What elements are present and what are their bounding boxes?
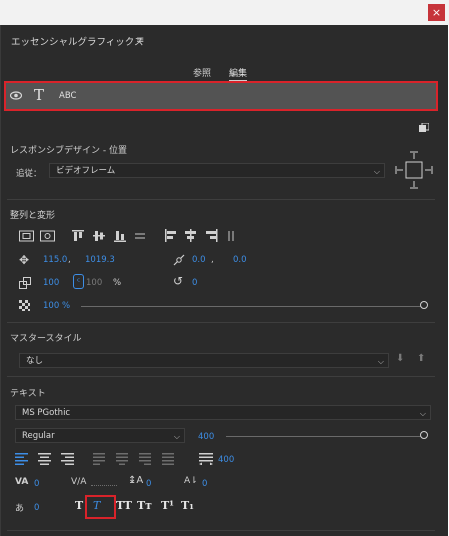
- panel-title: エッセンシャルグラフィックス: [11, 37, 144, 48]
- font-size-slider-track[interactable]: [226, 436, 421, 437]
- position-separator: ,: [68, 255, 71, 265]
- anchor-y[interactable]: 0.0: [233, 255, 247, 265]
- leading-value[interactable]: 0: [146, 479, 151, 489]
- tracking-icon: [199, 453, 213, 465]
- chevron-down-icon: ⌵: [373, 167, 380, 176]
- scale-unit: %: [113, 278, 122, 288]
- faux-italic-highlight: [85, 495, 116, 519]
- chevron-down-icon: ⌵: [419, 409, 426, 418]
- push-up-arrow-icon[interactable]: ⬆: [417, 353, 425, 364]
- push-down-arrow-icon[interactable]: ⬇: [396, 353, 404, 364]
- tsume-value[interactable]: 0: [34, 503, 39, 513]
- tab-edit[interactable]: 編集: [229, 66, 248, 81]
- opacity-unit: %: [62, 301, 71, 311]
- divider: [7, 199, 435, 200]
- opacity-slider-knob[interactable]: [420, 301, 428, 309]
- kerning-value[interactable]: 0: [34, 479, 39, 489]
- master-style-dropdown[interactable]: なし ⌵: [19, 353, 389, 368]
- hamburger-menu-icon[interactable]: ≡: [136, 35, 144, 46]
- text-layer-icon: T: [34, 86, 45, 104]
- subscript-button[interactable]: T₁: [181, 499, 194, 512]
- horizontal-align-icons[interactable]: [165, 229, 243, 243]
- chevron-down-icon: ⌵: [173, 432, 180, 441]
- font-size-value[interactable]: 400: [198, 432, 214, 442]
- layer-row-highlight: T ABC: [4, 81, 438, 111]
- scale-width[interactable]: 100: [43, 278, 59, 288]
- font-size-slider-knob[interactable]: [420, 431, 428, 439]
- faux-italic-button[interactable]: T: [93, 499, 100, 512]
- baseline-value[interactable]: 0: [202, 479, 207, 489]
- baseline-shift-icon: A⇂: [184, 476, 198, 486]
- superscript-button[interactable]: T¹: [161, 499, 174, 512]
- layer-row[interactable]: T ABC: [6, 83, 436, 109]
- rotation-value[interactable]: 0: [192, 278, 197, 288]
- leading-icon: ↨A: [128, 475, 144, 486]
- divider: [7, 376, 435, 377]
- font-style-value: Regular: [22, 431, 55, 441]
- rotation-icon: ↺: [173, 274, 184, 288]
- opacity-value[interactable]: 100: [43, 301, 59, 311]
- all-caps-button[interactable]: TT: [116, 499, 132, 512]
- opacity-icon: [19, 300, 30, 311]
- divider: [7, 322, 435, 323]
- kerning-icon: VA: [15, 477, 29, 487]
- master-style-value: なし: [26, 356, 44, 366]
- master-style-title: マスタースタイル: [10, 334, 82, 344]
- vertical-align-icons[interactable]: [72, 229, 150, 243]
- tracking-value[interactable]: 400: [218, 455, 234, 465]
- follow-dropdown[interactable]: ビデオフレーム ⌵: [49, 163, 385, 178]
- anchor-x[interactable]: 0.0: [192, 255, 206, 265]
- follow-dropdown-value: ビデオフレーム: [56, 166, 116, 176]
- font-style-dropdown[interactable]: Regular ⌵: [15, 428, 185, 443]
- position-y[interactable]: 1019.3: [85, 255, 115, 265]
- follow-label: 追従：: [16, 169, 42, 179]
- font-family-dropdown[interactable]: MS PGothic ⌵: [15, 405, 431, 420]
- align-to-frame-icons[interactable]: [19, 230, 55, 242]
- position-icon: ✥: [19, 253, 30, 267]
- anchor-separator: ,: [211, 255, 214, 265]
- font-family-value: MS PGothic: [22, 408, 71, 418]
- faux-bold-button[interactable]: T: [75, 499, 83, 512]
- chevron-down-icon: ⌵: [377, 357, 384, 366]
- pin-to-edges-icon[interactable]: [395, 151, 433, 189]
- position-x[interactable]: 115.0: [43, 255, 67, 265]
- anchor-point-icon: [173, 254, 185, 266]
- small-caps-button[interactable]: Tт: [137, 499, 152, 512]
- essential-graphics-panel: エッセンシャルグラフィックス ≡ 参照 編集 T ABC レスポンシブデザイン …: [0, 25, 448, 536]
- tab-browse[interactable]: 参照: [193, 66, 211, 79]
- link-scale-icon[interactable]: ᑦ: [73, 274, 84, 289]
- tracking-placeholder: [91, 485, 117, 486]
- scale-height: 100: [86, 278, 103, 288]
- tsume-icon: あ: [15, 504, 25, 514]
- layer-name: ABC: [59, 91, 77, 101]
- text-align-icons[interactable]: [15, 453, 77, 465]
- new-layer-icon[interactable]: [419, 123, 429, 132]
- responsive-design-title: レスポンシブデザイン - 位置: [10, 146, 127, 156]
- window-titlebar: ×: [0, 0, 449, 25]
- text-section-title: テキスト: [10, 389, 46, 399]
- opacity-slider-track[interactable]: [81, 306, 421, 307]
- scale-icon: [19, 277, 31, 289]
- close-button[interactable]: ×: [428, 4, 445, 21]
- eye-icon[interactable]: [10, 91, 22, 100]
- divider: [7, 530, 435, 531]
- tracking-va-icon: V/A: [71, 477, 87, 487]
- justify-icons[interactable]: [93, 453, 179, 465]
- align-transform-title: 整列と変形: [10, 211, 56, 221]
